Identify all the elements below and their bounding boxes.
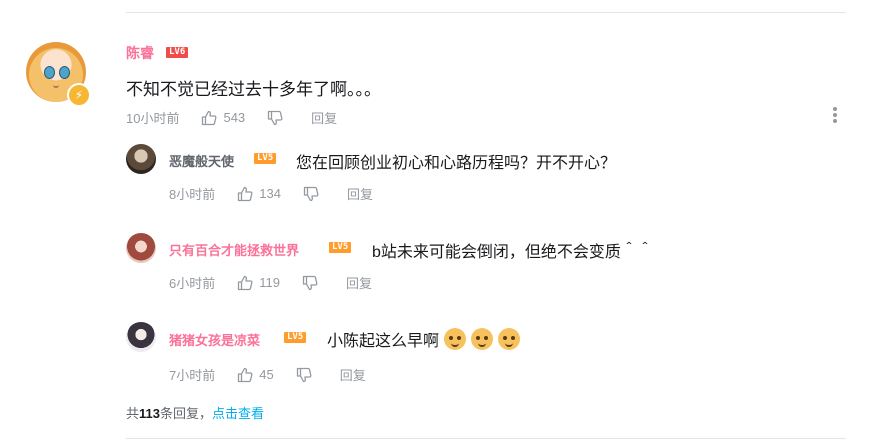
thumbs-down-icon — [302, 275, 318, 290]
thumbs-up-icon — [238, 186, 253, 201]
level-badge: LV5 — [254, 153, 277, 164]
avatar-mouth — [53, 83, 59, 88]
more-options-icon[interactable] — [829, 106, 841, 126]
reply-username[interactable]: 猪猪女孩是凉菜 — [169, 330, 260, 349]
reply-avatar[interactable] — [126, 322, 156, 352]
thumbs-up-icon — [238, 275, 253, 290]
like-button[interactable]: 134 — [237, 186, 281, 202]
comment-time: 10小时前 — [126, 111, 180, 126]
like-count: 119 — [259, 275, 280, 290]
reply-button[interactable]: 回复 — [311, 108, 337, 127]
reply-text: 您在回顾创业初心和心路历程吗？开不开心？ — [296, 155, 617, 172]
reply-button[interactable]: 回复 — [346, 273, 372, 292]
dislike-button[interactable] — [303, 186, 319, 202]
reply-meta: 7小时前 45 回复 — [169, 365, 366, 384]
avatar-eye — [59, 66, 70, 79]
reply-avatar[interactable] — [126, 144, 156, 174]
main-comment-meta: 10小时前 543 回复 — [126, 108, 337, 127]
thumbs-up-icon — [238, 367, 253, 382]
thumbs-down-icon — [268, 110, 283, 125]
top-divider — [126, 12, 846, 13]
bottom-divider — [126, 438, 846, 439]
like-count: 134 — [259, 186, 281, 201]
level-badge: LV5 — [329, 242, 352, 253]
dislike-button[interactable] — [267, 110, 283, 126]
dislike-button[interactable] — [296, 367, 312, 383]
like-button[interactable]: 543 — [201, 110, 245, 126]
level-badge: LV6 — [166, 47, 189, 58]
reply-count: 113 — [139, 406, 160, 421]
reply-avatar[interactable] — [126, 233, 156, 263]
thumbs-down-icon — [303, 186, 319, 201]
reply-meta: 8小时前 134 回复 — [169, 184, 373, 203]
reply-meta: 6小时前 119 回复 — [169, 273, 372, 292]
lightning-badge-icon: ⚡ — [67, 83, 91, 107]
like-count: 543 — [223, 110, 246, 125]
main-comment-text: 不知不觉已经过去十多年了啊。。。 — [126, 80, 381, 99]
avatar-eye — [44, 66, 55, 79]
comment-time: 8小时前 — [169, 187, 216, 202]
doge-emoji-icon — [471, 328, 494, 350]
comment-time: 6小时前 — [169, 276, 216, 291]
summary-suffix: 条回复， — [160, 406, 213, 421]
reply-username[interactable]: 只有百合才能拯救世界 — [169, 240, 299, 259]
comment-time: 7小时前 — [169, 368, 216, 383]
reply-summary: 共113条回复，点击查看 — [126, 403, 264, 422]
main-comment-avatar[interactable]: ⚡ — [26, 42, 91, 107]
like-button[interactable]: 45 — [237, 367, 274, 383]
thumbs-down-icon — [296, 367, 312, 382]
reply-text: 小陈起这么早啊 — [327, 333, 440, 350]
summary-prefix: 共 — [126, 406, 140, 421]
main-comment-username[interactable]: 陈睿 — [126, 43, 154, 63]
doge-emoji-icon — [444, 328, 467, 350]
dislike-button[interactable] — [302, 275, 318, 291]
thumbs-up-icon — [202, 110, 217, 125]
like-button[interactable]: 119 — [237, 275, 280, 291]
like-count: 45 — [259, 367, 274, 382]
level-badge: LV5 — [284, 332, 307, 343]
reply-text-container: 小陈起这么早啊 — [327, 327, 521, 351]
reply-username[interactable]: 恶魔般天使 — [169, 151, 234, 170]
view-all-replies-link[interactable]: 点击查看 — [212, 406, 264, 421]
reply-button[interactable]: 回复 — [340, 365, 366, 384]
reply-button[interactable]: 回复 — [347, 184, 373, 203]
doge-emoji-icon — [498, 328, 521, 350]
reply-text: b站未来可能会倒闭，但绝不会变质＾＾ — [372, 244, 653, 261]
